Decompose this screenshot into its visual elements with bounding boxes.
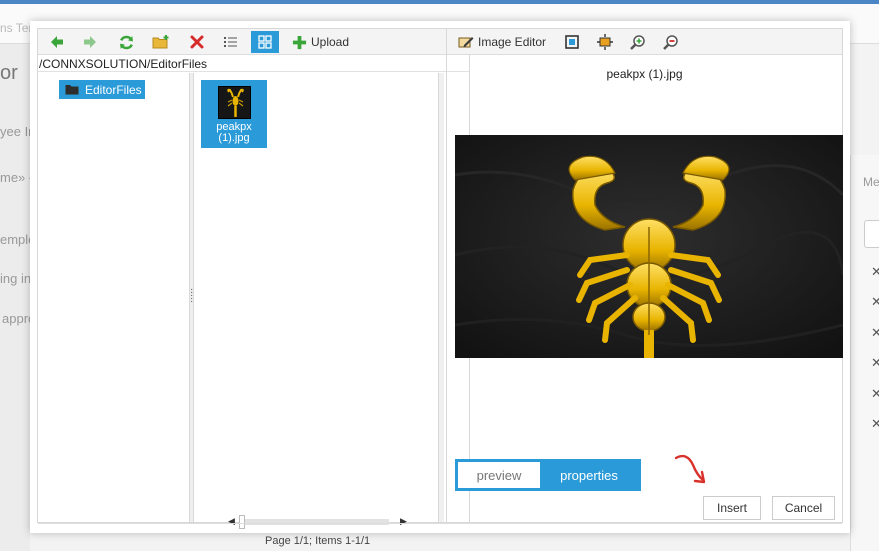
tree-item-editorfiles[interactable]: EditorFiles — [59, 80, 145, 99]
image-editor-icon — [458, 37, 474, 48]
refresh-button[interactable] — [113, 31, 139, 53]
file-list: peakpx (1).jpg ◀ ▶ Page 1/1; Items 1-1/1 — [195, 73, 438, 547]
list-view-icon — [224, 37, 237, 47]
close-icon: ✕ — [871, 294, 879, 309]
image-preview — [455, 135, 843, 358]
background-line: ing in — [0, 271, 32, 286]
zoom-out-button[interactable] — [660, 32, 680, 52]
close-icon: ✕ — [871, 355, 879, 370]
file-item-name: peakpx (1).jpg — [216, 121, 252, 144]
dialog-footer-line — [38, 523, 842, 527]
background-right-input — [864, 220, 879, 248]
upload-button[interactable]: Upload — [288, 31, 353, 53]
preview-pane: Image Editor peakpx (1).jpg preview prop… — [446, 28, 843, 523]
close-icon: ✕ — [871, 325, 879, 340]
file-browser-toolbar: Upload — [38, 29, 469, 55]
pane-divider — [438, 73, 444, 522]
image-editor-label: Image Editor — [478, 35, 547, 49]
annotation-arrow-icon — [674, 454, 706, 484]
delete-icon — [190, 35, 204, 49]
arrow-right-icon — [84, 36, 96, 48]
preview-tabbar: preview properties — [455, 459, 641, 491]
folder-tree: EditorFiles — [38, 73, 190, 522]
zoom-in-button[interactable] — [627, 32, 647, 52]
actual-size-icon — [597, 34, 613, 50]
background-left-edge — [0, 44, 30, 551]
scorpion-thumbnail-icon — [226, 88, 244, 117]
list-view-button[interactable] — [218, 31, 244, 53]
tree-item-label: EditorFiles — [85, 82, 142, 97]
close-icon: ✕ — [871, 264, 879, 279]
cancel-button[interactable]: Cancel — [772, 496, 835, 520]
grip-icon: · · · · · — [190, 284, 194, 307]
tab-preview[interactable]: preview — [458, 462, 540, 488]
image-editor-button[interactable]: Image Editor — [458, 32, 546, 52]
file-thumbnail — [217, 86, 251, 119]
delete-button[interactable] — [184, 31, 210, 53]
upload-label: Upload — [311, 35, 350, 49]
new-folder-button[interactable] — [148, 31, 174, 53]
pane-splitter[interactable]: · · · · · — [190, 73, 194, 522]
current-path: /CONNXSOLUTION/EditorFiles — [38, 56, 469, 72]
close-icon: ✕ — [871, 416, 879, 431]
back-button[interactable] — [44, 31, 70, 53]
preview-toolbar: Image Editor — [447, 29, 842, 55]
thumbnail-view-button[interactable] — [251, 31, 279, 53]
fit-image-button[interactable] — [562, 32, 582, 52]
background-right-panel — [850, 155, 879, 551]
tab-properties[interactable]: properties — [540, 462, 638, 488]
preview-file-name: peakpx (1).jpg — [606, 67, 683, 81]
new-folder-icon — [152, 35, 169, 49]
pager-info: Page 1/1; Items 1-1/1 — [265, 535, 371, 547]
folder-icon — [65, 85, 79, 95]
insert-button[interactable]: Insert — [703, 496, 761, 520]
file-browser-pane: Upload /CONNXSOLUTION/EditorFiles Editor… — [37, 28, 470, 547]
plus-icon — [292, 35, 307, 49]
scorpion-image-icon — [455, 135, 843, 358]
refresh-icon — [119, 35, 133, 49]
zoom-out-icon — [662, 34, 678, 50]
image-manager-dialog: Upload /CONNXSOLUTION/EditorFiles Editor… — [30, 21, 850, 547]
close-icon: ✕ — [871, 386, 879, 401]
forward-button[interactable] — [77, 31, 103, 53]
file-item[interactable]: peakpx (1).jpg — [201, 80, 267, 148]
arrow-left-icon — [51, 36, 63, 48]
background-right-tab: Me — [863, 175, 879, 189]
background-heading: or — [0, 62, 18, 84]
fit-image-icon — [565, 35, 579, 49]
actual-size-button[interactable] — [595, 32, 615, 52]
zoom-in-icon — [629, 34, 645, 50]
thumbnail-view-icon — [258, 35, 272, 49]
